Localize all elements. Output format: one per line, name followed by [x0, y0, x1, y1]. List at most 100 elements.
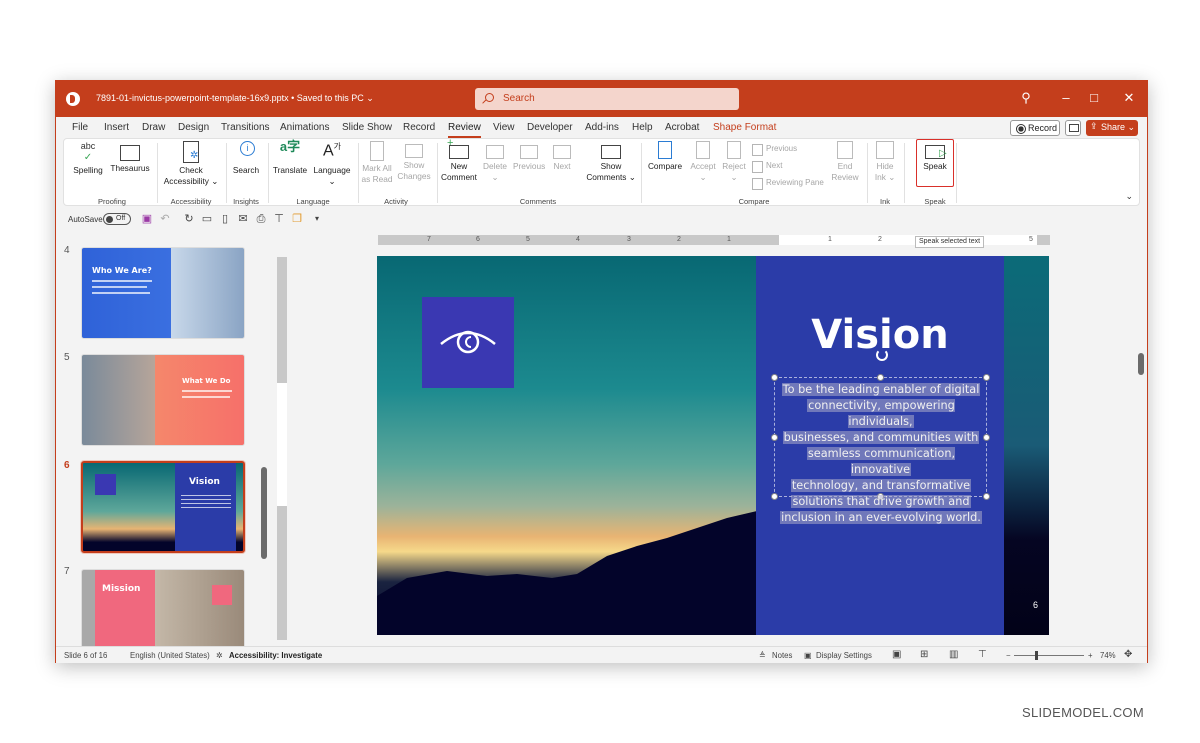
spelling-button[interactable]: abc ✓ Spelling — [72, 141, 104, 176]
tab-view[interactable]: View — [493, 122, 515, 133]
tab-help[interactable]: Help — [632, 122, 653, 133]
tab-file[interactable]: File — [72, 122, 88, 133]
delete-comment-button[interactable]: Delete ⌄ — [482, 141, 508, 183]
new-file-icon[interactable]: ▯ — [219, 213, 231, 225]
tab-developer[interactable]: Developer — [527, 122, 573, 133]
slideshow-view-icon[interactable]: ⊤ — [978, 649, 987, 660]
show-comments-icon — [601, 145, 621, 159]
slide-number: 4 — [64, 245, 70, 256]
share-button[interactable]: Share ⌄ — [1086, 120, 1138, 136]
watermark: SLIDEMODEL.COM — [1022, 705, 1144, 720]
new-comment-button[interactable]: + New Comment — [440, 138, 478, 183]
autosave-toggle[interactable]: Off — [103, 213, 131, 225]
show-comments-button[interactable]: Show Comments ⌄ — [586, 141, 636, 183]
reviewing-pane-button[interactable]: Reviewing Pane — [752, 178, 824, 190]
language-status[interactable]: English (United States) — [130, 651, 210, 660]
end-review-button[interactable]: End Review — [830, 141, 860, 183]
show-changes-icon — [405, 144, 423, 158]
translate-button[interactable]: a字 Translate — [272, 140, 308, 176]
resize-handle[interactable] — [877, 374, 884, 381]
display-settings-button[interactable]: Display Settings — [816, 651, 872, 660]
show-changes-button[interactable]: Show Changes — [396, 141, 432, 182]
customize-qat-icon[interactable]: ▾ — [311, 213, 323, 225]
tab-draw[interactable]: Draw — [142, 122, 165, 133]
tab-shape-format[interactable]: Shape Format — [713, 122, 776, 133]
zoom-slider-thumb[interactable] — [1035, 651, 1038, 660]
slide-canvas[interactable]: Vision To be the leading enabler of digi… — [377, 256, 1049, 635]
thesaurus-button[interactable]: Thesaurus — [108, 141, 152, 174]
status-bar: Slide 6 of 16 English (United States) ✲ … — [56, 646, 1147, 663]
tab-add-ins[interactable]: Add-ins — [585, 122, 619, 133]
slide-thumbnail-6[interactable]: Vision — [81, 461, 245, 553]
language-icon: A가 — [322, 142, 342, 160]
accessibility-doc-icon: ✲ — [183, 141, 199, 163]
tab-transitions[interactable]: Transitions — [221, 122, 270, 133]
ribbon-tabs: File Insert Draw Design Transitions Anim… — [56, 117, 1147, 139]
group-separator — [956, 143, 957, 203]
language-button[interactable]: A가 Language ⌄ — [311, 141, 353, 187]
copy-format-icon[interactable]: ❐ — [291, 213, 303, 225]
zoom-slider[interactable] — [1014, 655, 1084, 656]
comments-button[interactable] — [1065, 120, 1081, 136]
slide-thumbnail-7[interactable]: Mission — [81, 569, 245, 646]
search-insights-button[interactable]: i Search — [230, 141, 262, 176]
zoom-level[interactable]: 74% — [1100, 651, 1116, 660]
next-comment-button[interactable]: Next — [550, 141, 574, 172]
compare-next-button[interactable]: Next — [752, 161, 782, 173]
tab-review[interactable]: Review — [448, 122, 481, 138]
slide-thumbnail-4[interactable]: Who We Are? — [81, 247, 245, 339]
open-folder-icon[interactable]: ▭ — [201, 213, 213, 225]
minimize-button[interactable]: – — [1056, 90, 1076, 106]
ribbon-collapse-icon[interactable]: ⌄ — [1125, 191, 1133, 202]
tab-slide-show[interactable]: Slide Show — [342, 122, 392, 133]
new-comment-icon: + — [447, 138, 469, 159]
reading-view-icon[interactable]: ▥ — [949, 649, 958, 660]
tab-design[interactable]: Design — [178, 122, 209, 133]
maximize-button[interactable]: □ — [1084, 90, 1104, 106]
record-button[interactable]: Record — [1010, 120, 1060, 136]
location-icon[interactable]: ⚲ — [1016, 90, 1036, 106]
slide-thumbnail-5[interactable]: What We Do — [81, 354, 245, 446]
next-comment-icon — [553, 145, 571, 159]
document-title[interactable]: 7891-01-invictus-powerpoint-template-16x… — [96, 93, 374, 104]
mark-all-as-read-button[interactable]: Mark All as Read — [360, 141, 394, 185]
normal-view-icon[interactable]: ▣ — [892, 649, 901, 660]
tab-insert[interactable]: Insert — [104, 122, 129, 133]
fit-to-window-icon[interactable]: ✥ — [1124, 649, 1132, 660]
undo-icon[interactable]: ↶ — [159, 213, 171, 225]
compare-button[interactable]: Compare — [646, 141, 684, 172]
zoom-in-button[interactable]: + — [1088, 651, 1093, 660]
speak-tooltip: Speak selected text — [915, 236, 985, 248]
notes-button[interactable]: Notes — [772, 651, 792, 660]
slide-count: Slide 6 of 16 — [64, 651, 108, 660]
redo-icon[interactable]: ↻ — [183, 213, 195, 225]
slide-number: 5 — [64, 352, 70, 363]
thumbnails-scrollbar[interactable] — [261, 467, 267, 559]
search-box[interactable]: Search — [475, 88, 739, 110]
resize-handle[interactable] — [983, 374, 990, 381]
close-button[interactable]: ✕ — [1119, 90, 1139, 106]
autosave-label: AutoSave — [68, 215, 103, 224]
slide-sorter-icon[interactable]: ⊞ — [920, 649, 928, 660]
editor-scrollbar[interactable] — [1138, 353, 1144, 375]
tab-record[interactable]: Record — [403, 122, 435, 133]
email-icon[interactable]: ✉ — [237, 213, 249, 225]
accept-button[interactable]: Accept ⌄ — [688, 141, 718, 183]
print-icon[interactable]: ⎙ — [255, 213, 267, 225]
tab-animations[interactable]: Animations — [280, 122, 329, 133]
slide-body-text[interactable]: To be the leading enabler of digital con… — [777, 382, 985, 526]
reject-button[interactable]: Reject ⌄ — [720, 141, 748, 183]
group-label-compare: Compare — [738, 197, 770, 206]
rotate-handle[interactable] — [876, 349, 888, 361]
previous-comment-button[interactable]: Previous — [513, 141, 545, 172]
hide-ink-button[interactable]: Hide Ink ⌄ — [872, 141, 898, 183]
zoom-out-button[interactable]: − — [1006, 651, 1011, 660]
ribbon-review: abc ✓ Spelling Thesaurus Proofing ✲ Check… — [63, 138, 1140, 206]
slideshow-icon[interactable]: ⊤ — [273, 213, 285, 225]
accessibility-status[interactable]: Accessibility: Investigate — [229, 651, 322, 660]
save-icon[interactable]: ▣ — [141, 213, 153, 225]
compare-previous-button[interactable]: Previous — [752, 144, 797, 156]
check-accessibility-button[interactable]: ✲ Check Accessibility ⌄ — [161, 141, 221, 187]
resize-handle[interactable] — [771, 374, 778, 381]
tab-acrobat[interactable]: Acrobat — [665, 122, 699, 133]
